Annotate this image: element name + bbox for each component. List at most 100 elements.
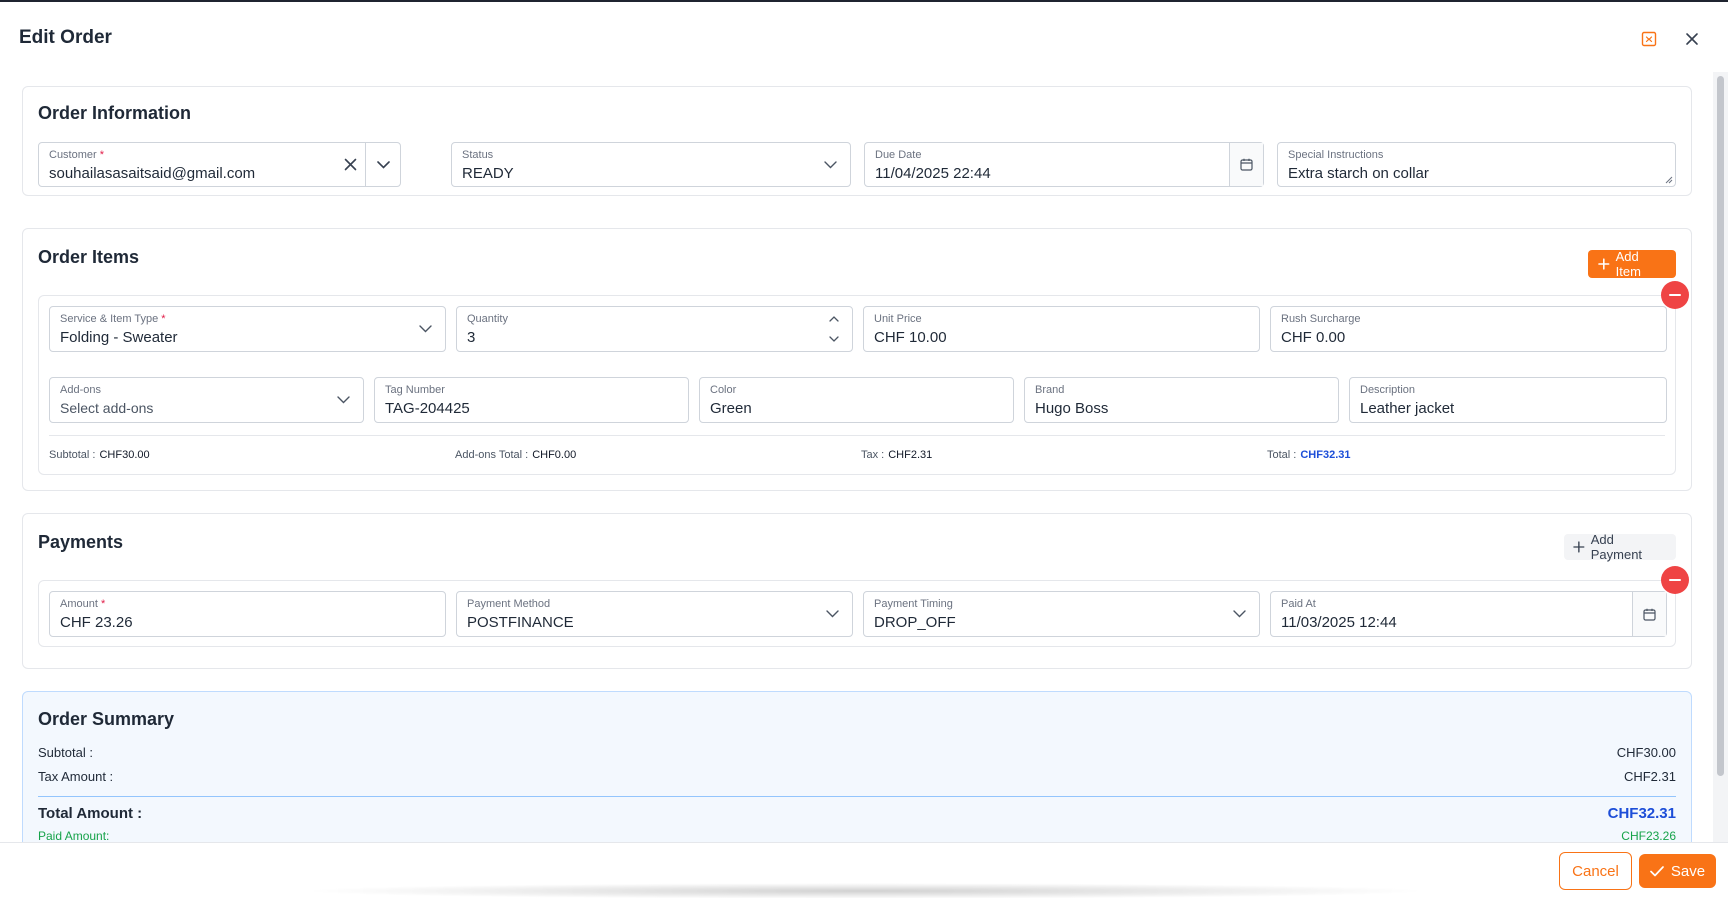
plus-icon xyxy=(1573,541,1585,553)
payment-timing-select[interactable]: Payment Timing DROP_OFF xyxy=(863,591,1260,637)
payments-card: Payments Add Payment Amount * CHF 23.26 … xyxy=(22,513,1692,669)
chevron-down-icon xyxy=(405,307,445,351)
order-summary-card: Order Summary Subtotal : CHF30.00 Tax Am… xyxy=(22,691,1692,842)
payment-method-label: Payment Method xyxy=(467,598,551,610)
add-item-button[interactable]: Add Item xyxy=(1588,249,1676,279)
summary-total-value: CHF32.31 xyxy=(1607,805,1676,822)
service-item-type-select[interactable]: Service & Item Type * Folding - Sweater xyxy=(49,306,446,352)
order-summary-title: Order Summary xyxy=(38,709,175,729)
order-item-row: Service & Item Type * Folding - Sweater … xyxy=(38,295,1676,475)
plus-icon xyxy=(1598,258,1610,270)
special-instructions-value: Extra starch on collar xyxy=(1288,165,1429,182)
summary-paid-row: Paid Amount: CHF23.26 xyxy=(38,829,1676,842)
order-items-card: Order Items Add Item Service & Item Type… xyxy=(22,228,1692,491)
addons-label: Add-ons xyxy=(60,384,101,396)
add-payment-button[interactable]: Add Payment xyxy=(1564,532,1676,562)
addons-select[interactable]: Add-ons Select add-ons xyxy=(49,377,364,423)
special-instructions-textarea[interactable]: Special Instructions Extra starch on col… xyxy=(1277,142,1676,187)
footer-shadow xyxy=(300,883,1430,898)
minus-icon xyxy=(1669,579,1681,581)
brand-value: Hugo Boss xyxy=(1035,400,1109,417)
calendar-icon[interactable] xyxy=(1632,592,1666,636)
quantity-stepper[interactable]: Quantity 3 xyxy=(456,306,853,352)
minus-icon xyxy=(1669,294,1681,296)
payment-method-value: POSTFINANCE xyxy=(467,614,574,631)
customer-field[interactable]: Customer * souhailasasaitsaid@gmail.com xyxy=(38,142,401,187)
color-label: Color xyxy=(710,384,737,396)
service-item-type-label: Service & Item Type xyxy=(60,313,159,325)
add-item-label: Add Item xyxy=(1615,249,1641,279)
cancel-button[interactable]: Cancel xyxy=(1559,852,1632,890)
payment-row: Amount * CHF 23.26 Payment Method POSTFI… xyxy=(38,580,1676,647)
content-scrollbar[interactable] xyxy=(1713,72,1728,842)
status-label: Status xyxy=(462,149,494,161)
color-value: Green xyxy=(710,400,752,417)
summary-subtotal-row: Subtotal : CHF30.00 xyxy=(38,745,1676,760)
brand-label: Brand xyxy=(1035,384,1065,396)
rush-surcharge-value: CHF 0.00 xyxy=(1281,329,1346,346)
summary-tax-value: CHF2.31 xyxy=(1623,769,1676,784)
scrollbar-thumb[interactable] xyxy=(1717,76,1724,776)
quantity-value: 3 xyxy=(467,329,476,346)
description-field[interactable]: Description Leather jacket xyxy=(1349,377,1667,423)
save-label: Save xyxy=(1670,862,1706,880)
order-information-card: Order Information Customer * souhailasas… xyxy=(22,86,1692,196)
minimize-window-icon[interactable] xyxy=(1638,28,1660,50)
tag-number-label: Tag Number xyxy=(385,384,445,396)
resize-handle-icon[interactable] xyxy=(1665,176,1673,184)
payment-timing-label: Payment Timing xyxy=(874,598,953,610)
paid-at-field[interactable]: Paid At 11/03/2025 12:44 xyxy=(1270,591,1667,637)
summary-total-label: Total Amount : xyxy=(38,805,143,822)
service-item-type-value: Folding - Sweater xyxy=(60,329,178,346)
rush-surcharge-label: Rush Surcharge xyxy=(1281,313,1361,325)
amount-value: CHF 23.26 xyxy=(60,614,133,631)
summary-tax-row: Tax Amount : CHF2.31 xyxy=(38,769,1676,784)
chevron-down-icon xyxy=(810,143,850,186)
unit-price-field[interactable]: Unit Price CHF 10.00 xyxy=(863,306,1260,352)
quantity-label: Quantity xyxy=(467,313,508,325)
save-button[interactable]: Save xyxy=(1639,854,1716,888)
summary-total-row: Total Amount : CHF32.31 xyxy=(38,805,1676,822)
due-date-field[interactable]: Due Date 11/04/2025 22:44 xyxy=(864,142,1264,187)
dialog-title: Edit Order xyxy=(19,27,112,48)
special-instructions-label: Special Instructions xyxy=(1288,149,1384,161)
chevron-down-icon xyxy=(323,378,363,422)
addons-placeholder: Select add-ons xyxy=(60,400,154,416)
remove-payment-button[interactable] xyxy=(1661,566,1689,594)
chevron-up-icon[interactable] xyxy=(829,316,839,322)
due-date-value: 11/04/2025 22:44 xyxy=(875,165,991,182)
description-value: Leather jacket xyxy=(1360,400,1455,417)
status-value: READY xyxy=(462,165,514,182)
remove-item-button[interactable] xyxy=(1661,281,1689,309)
paid-at-value: 11/03/2025 12:44 xyxy=(1281,614,1397,631)
description-label: Description xyxy=(1360,384,1416,396)
calendar-icon[interactable] xyxy=(1229,143,1263,186)
brand-field[interactable]: Brand Hugo Boss xyxy=(1024,377,1339,423)
due-date-label: Due Date xyxy=(875,149,922,161)
item-tax: Tax : CHF2.31 xyxy=(861,449,933,461)
close-icon[interactable] xyxy=(1681,28,1703,50)
amount-label: Amount xyxy=(60,598,98,610)
payment-method-select[interactable]: Payment Method POSTFINANCE xyxy=(456,591,853,637)
payments-title: Payments xyxy=(38,532,124,552)
color-field[interactable]: Color Green xyxy=(699,377,1014,423)
item-total: Total : CHF32.31 xyxy=(1267,449,1351,461)
item-addons-total: Add-ons Total : CHF0.00 xyxy=(455,449,577,461)
dialog-footer: Cancel Save xyxy=(0,842,1728,898)
summary-paid-label: Paid Amount: xyxy=(38,829,110,842)
summary-paid-value: CHF23.26 xyxy=(1621,829,1676,842)
amount-field[interactable]: Amount * CHF 23.26 xyxy=(49,591,446,637)
summary-divider xyxy=(38,796,1676,797)
tag-number-field[interactable]: Tag Number TAG-204425 xyxy=(374,377,689,423)
payment-timing-value: DROP_OFF xyxy=(874,614,956,631)
order-information-title: Order Information xyxy=(38,103,192,123)
item-divider xyxy=(49,435,1665,436)
chevron-down-icon[interactable] xyxy=(829,336,839,342)
add-payment-label: Add Payment xyxy=(1590,532,1643,562)
dialog-content[interactable]: Order Information Customer * souhailasas… xyxy=(0,72,1712,842)
clear-x-icon[interactable] xyxy=(335,143,365,186)
summary-tax-label: Tax Amount : xyxy=(38,769,114,784)
chevron-down-icon[interactable] xyxy=(365,143,400,186)
status-select[interactable]: Status READY xyxy=(451,142,851,187)
rush-surcharge-field[interactable]: Rush Surcharge CHF 0.00 xyxy=(1270,306,1667,352)
